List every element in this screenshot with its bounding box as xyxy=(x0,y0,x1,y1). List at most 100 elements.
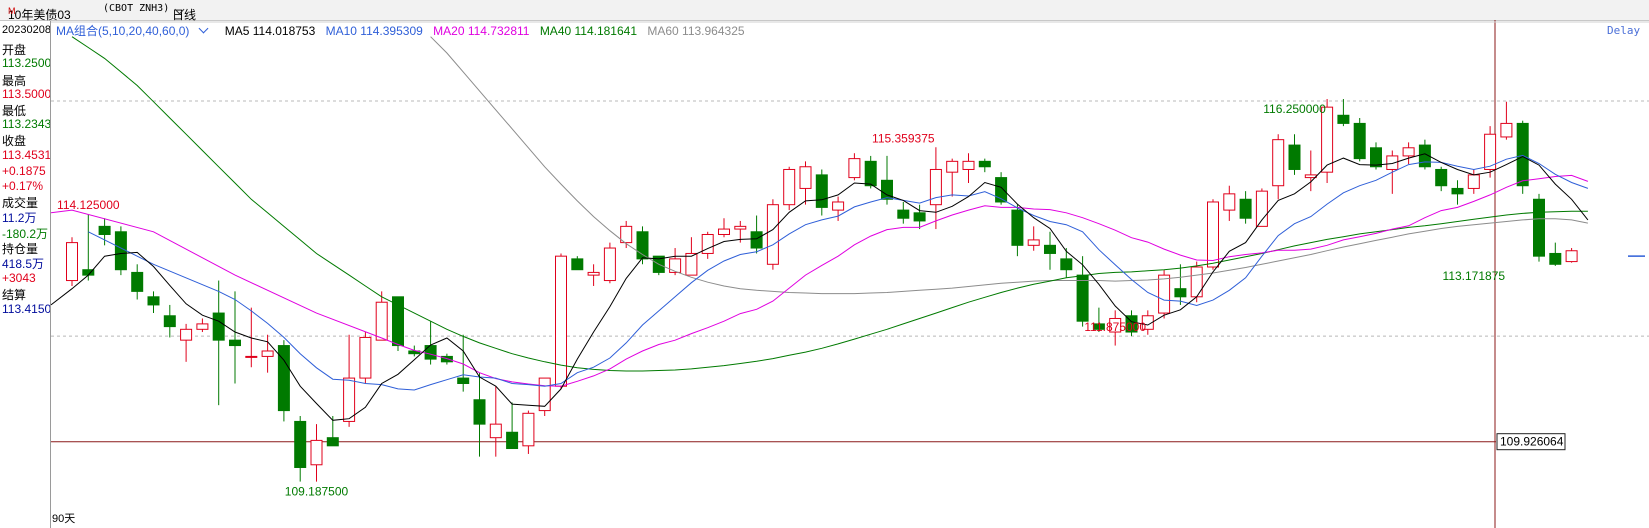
candle-body xyxy=(245,355,258,358)
candle xyxy=(995,172,1008,205)
ma-group-label: MA组合(5,10,20,40,60,0) xyxy=(56,24,190,38)
annotation-label: 111.875000 xyxy=(1084,320,1146,334)
price-annotations: 114.125000 109.187500 115.359375 111.875000… xyxy=(57,102,1505,499)
candle-body xyxy=(587,271,600,276)
candle xyxy=(245,307,258,368)
candle xyxy=(603,242,616,284)
candle xyxy=(1044,231,1056,270)
candle-body xyxy=(783,168,796,206)
candle-body xyxy=(962,160,975,170)
candle-body xyxy=(310,439,323,466)
candle xyxy=(1060,248,1073,278)
ma-group-selector[interactable]: MA组合(5,10,20,40,60,0) xyxy=(56,23,214,38)
candle xyxy=(815,169,828,216)
candle-body xyxy=(1516,122,1529,187)
candle-body xyxy=(669,258,682,273)
candle xyxy=(587,264,600,286)
candle-body xyxy=(98,225,111,235)
candle-body xyxy=(131,271,144,292)
candle-body xyxy=(946,160,959,173)
candle xyxy=(571,256,584,271)
ma-legend: MA组合(5,10,20,40,60,0) MA5 114.018753 MA1… xyxy=(56,22,752,39)
candle-body xyxy=(343,377,356,422)
candle-body xyxy=(913,212,926,222)
candle-body xyxy=(424,345,437,360)
candle-body xyxy=(766,204,779,265)
candle-body xyxy=(897,209,910,219)
candle-body xyxy=(1288,144,1301,170)
candle-body xyxy=(1304,174,1317,179)
chart-grid xyxy=(51,20,1649,528)
annotation-label: 114.125000 xyxy=(57,198,120,212)
candle xyxy=(1223,185,1236,221)
candle xyxy=(783,166,796,211)
candle xyxy=(1402,142,1415,165)
candle xyxy=(310,424,323,482)
candle xyxy=(114,226,127,276)
candlestick-series xyxy=(66,99,1578,482)
candle-body xyxy=(522,412,535,447)
candle-body xyxy=(1239,198,1252,219)
candle-body xyxy=(1370,147,1382,168)
price-chart[interactable]: 114.125000 109.187500 115.359375 111.875000… xyxy=(0,0,1649,528)
candle-body xyxy=(489,423,502,439)
annotation-label: 115.359375 xyxy=(872,131,935,145)
candle-body xyxy=(555,255,567,387)
candle-body xyxy=(1223,193,1236,211)
candle xyxy=(66,237,78,286)
candle xyxy=(1027,226,1040,251)
candle-body xyxy=(1190,266,1203,298)
candle-body xyxy=(815,174,828,208)
candle-body xyxy=(1402,147,1415,157)
candle-body xyxy=(1533,198,1545,257)
candle-body xyxy=(229,339,241,347)
candle-body xyxy=(1500,122,1513,138)
candle xyxy=(1353,117,1366,162)
candle xyxy=(196,318,209,333)
candle xyxy=(163,304,176,338)
candle xyxy=(978,158,991,173)
candle-body xyxy=(261,350,274,357)
candle-body xyxy=(196,323,209,330)
candle-body xyxy=(864,160,877,187)
candle xyxy=(1549,242,1562,266)
candle xyxy=(1500,101,1513,140)
candle xyxy=(489,386,502,457)
candle-body xyxy=(718,228,730,235)
chevron-down-icon xyxy=(198,23,209,34)
candle-body xyxy=(392,296,404,347)
price-axis: 109.926064 xyxy=(1496,255,1645,451)
candle-body xyxy=(1076,274,1089,322)
candle xyxy=(180,323,193,362)
candle-body xyxy=(375,301,388,341)
ma40-legend: MA40 114.181641 xyxy=(539,24,638,38)
candle xyxy=(766,199,779,270)
candle-body xyxy=(359,336,372,379)
candle-body xyxy=(1565,250,1578,263)
candle-body xyxy=(1435,168,1448,187)
candle-body xyxy=(294,420,307,468)
candle-body xyxy=(571,258,584,271)
candle xyxy=(147,291,160,314)
ma40-line xyxy=(71,36,1588,372)
candle-body xyxy=(457,377,470,384)
candle xyxy=(473,372,486,457)
candle-body xyxy=(1011,209,1024,246)
candle-body xyxy=(685,252,698,276)
candle-body xyxy=(734,225,747,230)
candle-body xyxy=(147,296,160,306)
candle xyxy=(1565,248,1578,263)
candle xyxy=(929,147,942,230)
candle-body xyxy=(1321,106,1334,173)
candle xyxy=(1011,204,1024,257)
price-tag: 109.926064 xyxy=(1500,435,1564,449)
candle-body xyxy=(1174,288,1187,298)
candle-body xyxy=(1158,274,1171,314)
candle-body xyxy=(1451,187,1464,195)
candle xyxy=(1076,256,1089,327)
candle xyxy=(506,402,519,450)
candle-body xyxy=(212,312,225,341)
candle-body xyxy=(473,399,486,425)
candle xyxy=(131,264,144,300)
candle xyxy=(277,340,290,422)
